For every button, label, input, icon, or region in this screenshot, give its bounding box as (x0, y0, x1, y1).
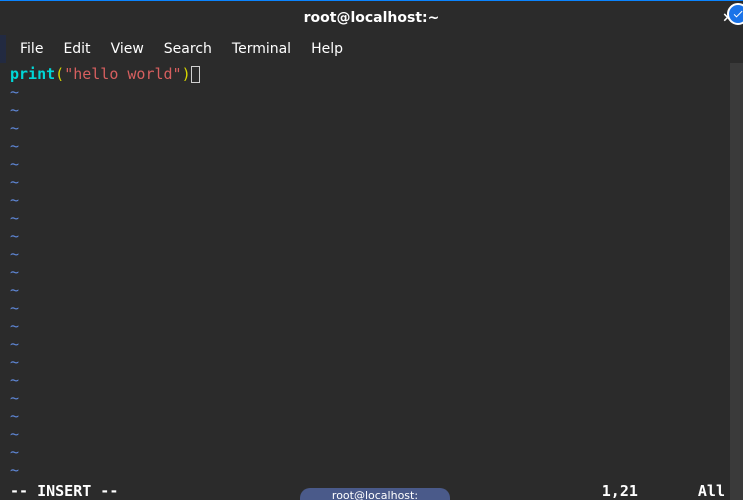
window-title: root@localhost:~ (304, 10, 440, 26)
empty-line-marker: ~ (10, 389, 743, 407)
empty-line-marker: ~ (10, 335, 743, 353)
empty-line-marker: ~ (10, 155, 743, 173)
empty-line-marker: ~ (10, 101, 743, 119)
empty-line-marker: ~ (10, 191, 743, 209)
menu-edit[interactable]: Edit (53, 37, 100, 61)
empty-line-marker: ~ (10, 227, 743, 245)
code-keyword: print (10, 65, 55, 83)
taskbar-tab-label: root@localhost: (332, 489, 418, 500)
empty-line-marker: ~ (10, 119, 743, 137)
code-string: "hello world" (64, 65, 181, 83)
empty-line-marker: ~ (10, 209, 743, 227)
menu-view[interactable]: View (101, 37, 154, 61)
menu-file[interactable]: File (10, 37, 53, 61)
code-line-1: print("hello world") (10, 65, 743, 83)
empty-line-marker: ~ (10, 137, 743, 155)
vertical-scrollbar[interactable] (730, 63, 743, 500)
vim-mode-indicator: -- INSERT -- (10, 482, 118, 500)
empty-line-marker: ~ (10, 83, 743, 101)
menu-search[interactable]: Search (154, 37, 222, 61)
empty-line-marker: ~ (10, 425, 743, 443)
terminal-viewport[interactable]: print("hello world") ~~~~~~~~~~~~~~~~~~~… (0, 63, 743, 500)
vim-scroll-indicator: All (698, 482, 725, 500)
menu-terminal[interactable]: Terminal (222, 37, 301, 61)
menu-bar: File Edit View Search Terminal Help (0, 35, 743, 63)
editor-buffer[interactable]: print("hello world") ~~~~~~~~~~~~~~~~~~~… (10, 65, 743, 482)
text-cursor (191, 66, 200, 83)
empty-line-marker: ~ (10, 443, 743, 461)
empty-line-marker: ~ (10, 461, 743, 479)
empty-line-marker: ~ (10, 281, 743, 299)
code-close-paren: ) (182, 65, 191, 83)
vim-cursor-position: 1,21 (602, 482, 638, 500)
empty-line-marker: ~ (10, 407, 743, 425)
empty-line-marker: ~ (10, 317, 743, 335)
menu-help[interactable]: Help (301, 37, 353, 61)
empty-line-marker: ~ (10, 353, 743, 371)
taskbar-tab[interactable]: root@localhost: (300, 488, 450, 500)
empty-line-marker: ~ (10, 173, 743, 191)
notification-badge-icon[interactable] (727, 3, 743, 25)
empty-line-marker: ~ (10, 299, 743, 317)
code-open-paren: ( (55, 65, 64, 83)
window-titlebar[interactable]: root@localhost:~ × (0, 0, 743, 35)
empty-line-marker: ~ (10, 245, 743, 263)
empty-line-marker: ~ (10, 371, 743, 389)
empty-line-marker: ~ (10, 263, 743, 281)
